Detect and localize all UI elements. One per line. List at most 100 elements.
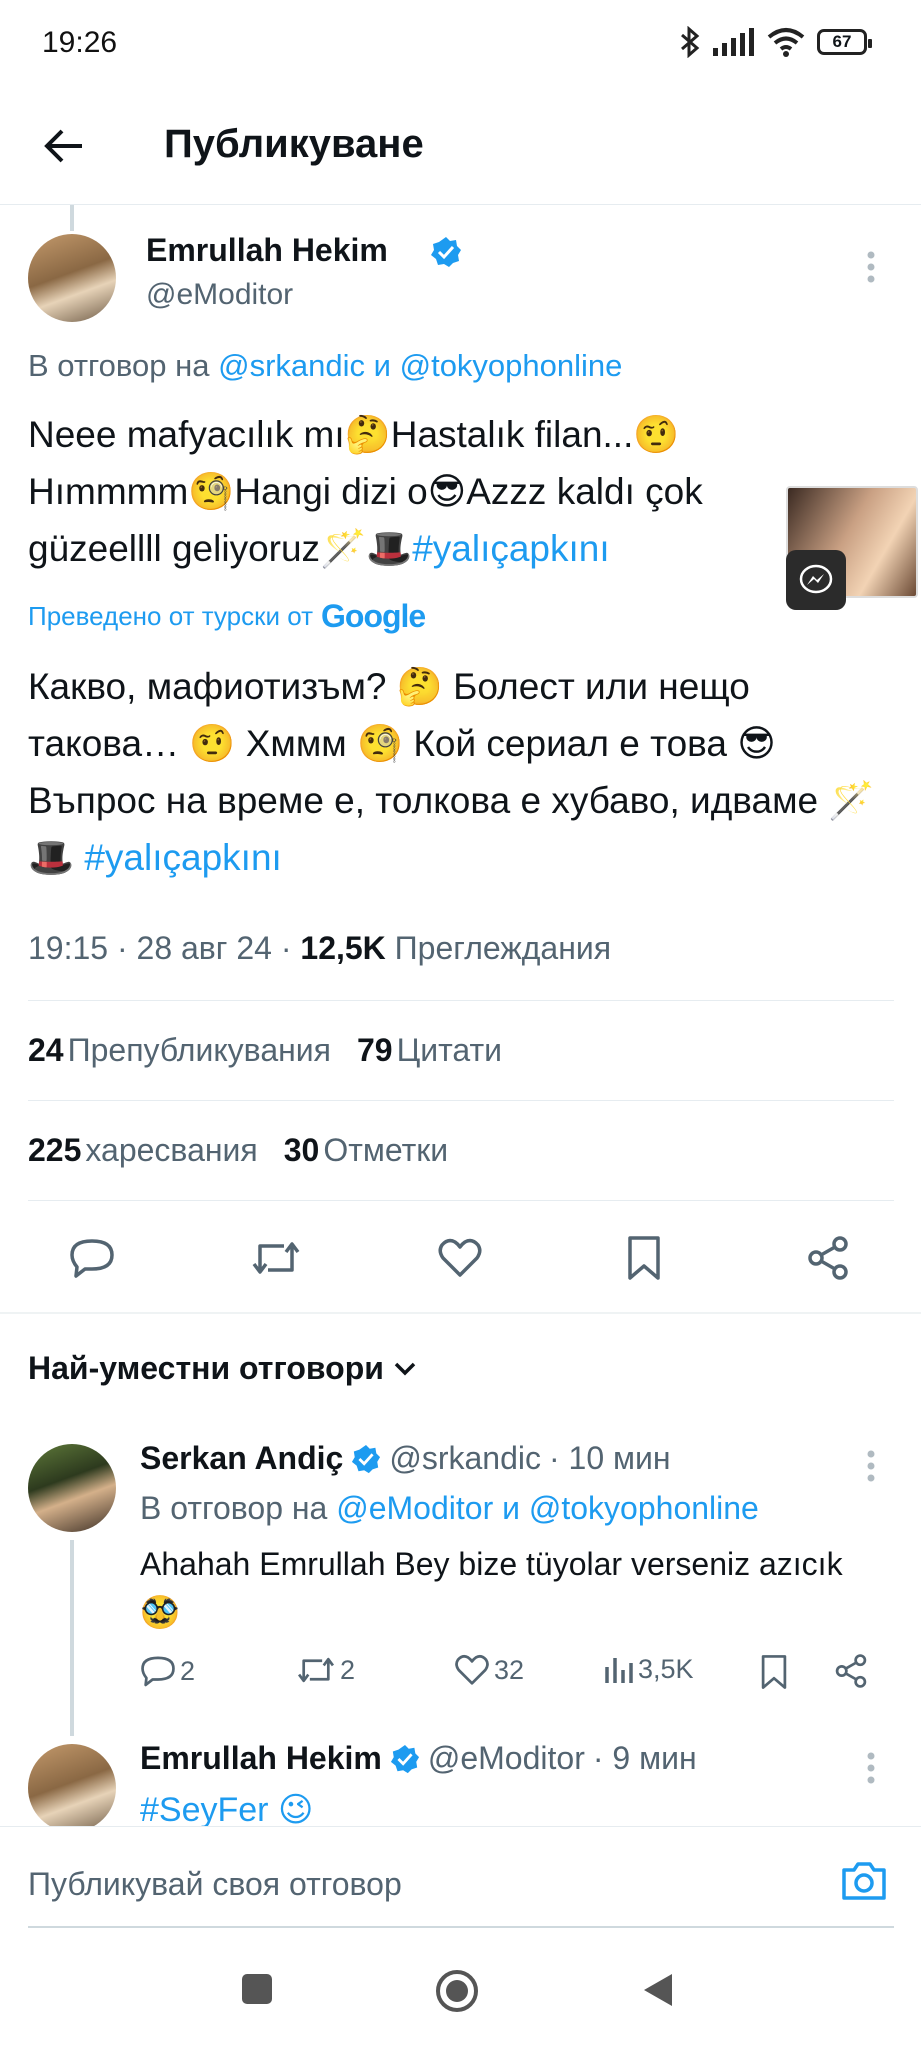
back-nav-icon[interactable] xyxy=(642,1972,674,2008)
bookmarks-count: 30 xyxy=(283,1132,320,1168)
tweet-text-line: Neee mafyacılık mı🤔Hastalık filan...🤨 xyxy=(28,414,680,455)
reply-reposts-count: 2 xyxy=(340,1654,356,1685)
page-title: Публикуване xyxy=(164,122,424,166)
verified-badge-icon xyxy=(352,1444,381,1473)
reply-share-button[interactable] xyxy=(834,1654,868,1688)
replies-sort-dropdown[interactable]: Най-уместни отговори xyxy=(28,1350,416,1387)
reply-context: В отговор на @eModitor и @tokyophonline xyxy=(140,1490,759,1527)
back-arrow-icon xyxy=(44,129,82,163)
bookmark-icon xyxy=(761,1655,787,1689)
reply-avatar[interactable] xyxy=(28,1744,116,1832)
status-icons: 67 xyxy=(679,26,872,58)
reply-header: Emrullah Hekim @eModitor · 9 мин xyxy=(140,1740,697,1777)
thread-connector xyxy=(70,1540,74,1736)
bookmarks-stat[interactable]: 30 Отметки xyxy=(284,1132,448,1168)
tweet-actions xyxy=(0,1228,921,1310)
like-icon xyxy=(438,1238,482,1277)
reply-time: · 10 мин xyxy=(548,1440,671,1476)
bookmark-button[interactable] xyxy=(614,1228,674,1288)
more-vertical-icon[interactable] xyxy=(866,1450,876,1482)
divider xyxy=(28,1100,894,1101)
home-icon[interactable] xyxy=(434,1968,480,2014)
divider xyxy=(28,1000,894,1001)
reposts-label: Препубликувания xyxy=(67,1032,331,1068)
reply-author[interactable]: Emrullah Hekim xyxy=(140,1740,382,1777)
tweet-text: Neee mafyacılık mı🤔Hastalık filan...🤨 Hı… xyxy=(28,406,808,577)
bluetooth-icon xyxy=(681,26,700,58)
reply-icon xyxy=(70,1239,114,1278)
share-button[interactable] xyxy=(798,1228,858,1288)
mention-link[interactable]: @tokyophonline xyxy=(400,348,623,383)
reply-actions: 2 2 32 3,5K xyxy=(140,1654,880,1704)
reply-repost-button[interactable]: 2 xyxy=(296,1654,355,1686)
author-avatar[interactable] xyxy=(28,234,116,322)
quotes-stat[interactable]: 79 Цитати xyxy=(357,1032,502,1068)
repost-quote-stats: 24 Препубликувания 79 Цитати xyxy=(28,1032,502,1069)
tweet-meta: 19:15 · 28 авг 24 · 12,5K Преглеждания xyxy=(28,930,612,966)
reply-conjunction: и xyxy=(373,348,391,383)
reply-handle[interactable]: @eModitor xyxy=(428,1740,585,1777)
reply-button[interactable] xyxy=(62,1228,122,1288)
back-button[interactable] xyxy=(36,118,92,174)
reply-text[interactable]: #SeyFer 😉 xyxy=(140,1790,313,1830)
reply-author[interactable]: Serkan Andiç xyxy=(140,1440,343,1477)
mention-link[interactable]: @srkandic xyxy=(218,348,365,383)
reply-context: В отговор на @srkandic и @tokyophonline xyxy=(28,348,622,384)
replies-sort-label: Най-уместни отговори xyxy=(28,1350,384,1386)
reply-prefix: В отговор на xyxy=(140,1490,328,1526)
translated-text: Какво, мафиотизъм? 🤔 Болест или нещо так… xyxy=(28,658,888,886)
reply-handle[interactable]: @srkandic xyxy=(389,1440,541,1477)
reply-views-count: 3,5K xyxy=(638,1654,694,1684)
repost-icon xyxy=(252,1242,300,1274)
reposts-stat[interactable]: 24 Препубликувания xyxy=(28,1032,331,1068)
repost-button[interactable] xyxy=(246,1228,306,1288)
verified-badge-icon xyxy=(431,237,461,267)
reply-input[interactable]: Публикувай своя отговор xyxy=(28,1866,402,1903)
likes-label: харесвания xyxy=(85,1132,258,1168)
reposts-count: 24 xyxy=(28,1032,64,1068)
signal-icon xyxy=(713,28,754,56)
author-name[interactable]: Emrullah Hekim xyxy=(146,232,388,269)
translation-attribution[interactable]: Преведено от турски от Google xyxy=(28,598,426,635)
status-time: 19:26 xyxy=(42,26,118,59)
reply-text: Ahahah Emrullah Bey bize tüyolar verseni… xyxy=(140,1546,843,1630)
like-button[interactable] xyxy=(430,1228,490,1288)
bookmarks-label: Отметки xyxy=(323,1132,449,1168)
author-handle[interactable]: @eModitor xyxy=(146,278,293,312)
recent-apps-icon[interactable] xyxy=(240,1972,274,2006)
reply-replies-count: 2 xyxy=(180,1655,196,1686)
reply-header: Serkan Andiç @srkandic · 10 мин xyxy=(140,1440,671,1477)
tweet-text-line: güzeellll geliyoruz🪄🎩 xyxy=(28,528,413,569)
bookmark-icon xyxy=(628,1236,660,1280)
reply-conjunction: и xyxy=(502,1490,520,1526)
like-icon xyxy=(455,1654,489,1685)
messenger-icon xyxy=(799,564,833,594)
reply-avatar[interactable] xyxy=(28,1444,116,1532)
reply-like-button[interactable]: 32 xyxy=(454,1654,524,1686)
more-vertical-icon[interactable] xyxy=(866,1752,876,1784)
hashtag-link[interactable]: #yalıçapkını xyxy=(84,837,281,878)
camera-icon[interactable] xyxy=(840,1860,888,1902)
reply-reply-button[interactable]: 2 xyxy=(140,1654,195,1688)
repost-icon xyxy=(298,1657,334,1683)
system-navigation-bar xyxy=(0,1940,921,2048)
mention-link[interactable]: @tokyophonline xyxy=(529,1490,759,1526)
verified-badge-icon xyxy=(390,1744,419,1773)
mention-link[interactable]: @eModitor xyxy=(336,1490,493,1526)
reply-time: · 9 мин xyxy=(592,1740,697,1776)
battery-indicator: 67 xyxy=(817,29,872,55)
more-vertical-icon[interactable] xyxy=(866,250,876,284)
messenger-bubble[interactable] xyxy=(786,550,846,610)
wifi-icon xyxy=(767,28,805,57)
likes-stat[interactable]: 225 харесвания xyxy=(28,1132,258,1168)
quotes-count: 79 xyxy=(356,1032,393,1068)
views-count: 12,5K xyxy=(300,930,386,966)
input-underline xyxy=(28,1926,894,1928)
share-icon xyxy=(835,1654,867,1688)
quotes-label: Цитати xyxy=(396,1032,503,1068)
reply-bookmark-button[interactable] xyxy=(760,1654,788,1690)
translation-label: Преведено от турски от xyxy=(28,601,313,631)
hashtag-link[interactable]: #yalıçapkını xyxy=(412,528,609,569)
reply-views-button[interactable]: 3,5K xyxy=(604,1654,694,1685)
views-icon xyxy=(605,1657,633,1683)
